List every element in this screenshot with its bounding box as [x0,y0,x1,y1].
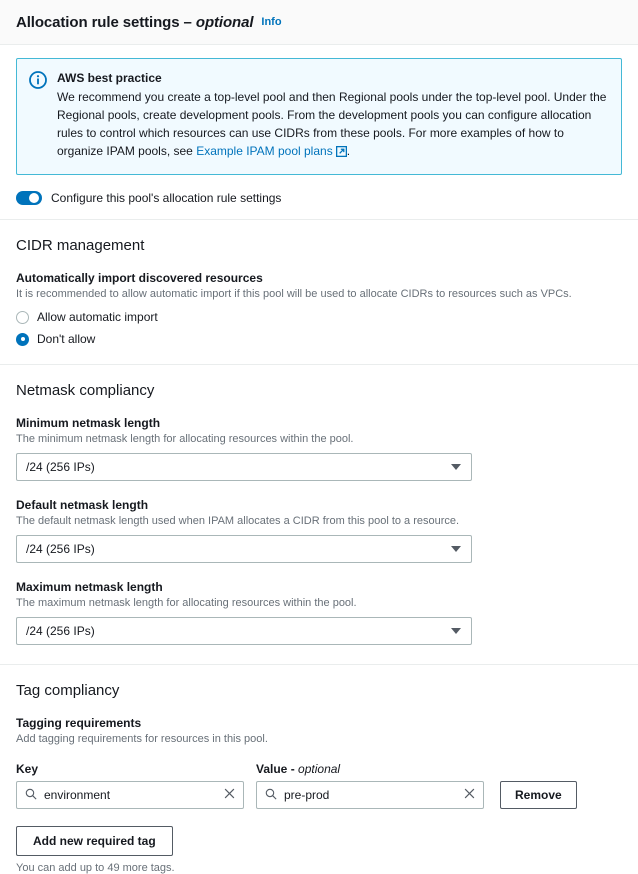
tag-row: environment pre-prod Remove [16,781,622,809]
chevron-down-icon [451,464,461,470]
configure-allocation-rule-toggle-row[interactable]: Configure this pool's allocation rule se… [16,191,622,205]
tag-column-headers: Key Value - optional [16,761,622,777]
divider-after-toggle [0,219,638,220]
alert-text: We recommend you create a top-level pool… [57,88,609,162]
tag-value-value: pre-prod [284,788,330,802]
radio-allow-automatic-import-label[interactable]: Allow automatic import [37,310,158,324]
toggle-knob [29,193,39,203]
default-netmask-select[interactable]: /24 (256 IPs) [16,535,472,563]
maximum-netmask-description: The maximum netmask length for allocatin… [16,597,357,609]
tag-value-header-optional: optional [298,762,341,776]
alert-title: AWS best practice [57,71,162,85]
maximum-netmask-label: Maximum netmask length [16,580,163,594]
search-icon [265,788,277,803]
divider-after-netmask-compliancy [0,664,638,665]
divider-after-cidr-management [0,364,638,365]
minimum-netmask-select[interactable]: /24 (256 IPs) [16,453,472,481]
tag-key-value: environment [44,788,111,802]
minimum-netmask-description: The minimum netmask length for allocatin… [16,433,354,445]
remove-tag-button[interactable]: Remove [500,781,577,809]
page-header: Allocation rule settings – optional Info [0,0,638,45]
auto-import-field: Automatically import discovered resource… [16,270,622,346]
example-ipam-pool-plans-link[interactable]: Example IPAM pool plans [196,144,333,158]
alert-text-end: . [346,144,351,158]
page-content: AWS best practice We recommend you creat… [0,58,638,874]
tag-value-header: Value - optional [256,761,484,777]
best-practice-alert: AWS best practice We recommend you creat… [16,58,622,175]
tag-key-clear-button[interactable] [224,788,235,802]
alert-body: AWS best practice We recommend you creat… [57,70,609,162]
tagging-requirements-label: Tagging requirements [16,716,142,730]
page-title-text: Allocation rule settings [16,13,180,31]
default-netmask-description: The default netmask length used when IPA… [16,515,460,527]
search-icon [25,788,37,803]
external-link-icon[interactable] [335,144,347,162]
maximum-netmask-value: /24 (256 IPs) [26,624,95,638]
tagging-requirements-field: Tagging requirements Add tagging require… [16,715,622,874]
section-title-netmask-compliancy: Netmask compliancy [16,382,155,399]
tag-value-header-text: Value [256,762,288,776]
default-netmask-field: Default netmask length The default netma… [16,497,622,563]
tag-key-input[interactable]: environment [16,781,244,809]
minimum-netmask-value: /24 (256 IPs) [26,460,95,474]
maximum-netmask-select[interactable]: /24 (256 IPs) [16,617,472,645]
radio-dont-allow-label[interactable]: Don't allow [37,332,95,346]
info-circle-icon [29,71,47,89]
minimum-netmask-label: Minimum netmask length [16,416,161,430]
minimum-netmask-field: Minimum netmask length The minimum netma… [16,415,622,481]
add-new-required-tag-button[interactable]: Add new required tag [16,826,173,856]
configure-allocation-rule-label[interactable]: Configure this pool's allocation rule se… [51,191,281,205]
tag-limit-hint: You can add up to 49 more tags. [16,862,175,874]
tagging-requirements-description: Add tagging requirements for resources i… [16,733,268,745]
tag-value-header-dash: - [290,762,295,776]
section-title-tag-compliancy: Tag compliancy [16,682,120,699]
page-title: Allocation rule settings – optional [16,13,254,31]
radio-dont-allow-control[interactable] [16,332,29,346]
radio-allow-automatic-import-control[interactable] [16,310,29,324]
page-title-optional: optional [195,13,254,31]
auto-import-description: It is recommended to allow automatic imp… [16,288,572,300]
tag-value-clear-button[interactable] [464,788,475,802]
auto-import-label: Automatically import discovered resource… [16,271,263,285]
configure-allocation-rule-toggle[interactable] [16,191,42,205]
info-link[interactable]: Info [261,16,281,28]
maximum-netmask-field: Maximum netmask length The maximum netma… [16,579,622,645]
tag-key-header: Key [16,762,39,776]
section-title-cidr-management: CIDR management [16,237,145,254]
radio-dont-allow[interactable]: Don't allow [16,332,622,346]
chevron-down-icon [451,546,461,552]
default-netmask-label: Default netmask length [16,498,149,512]
radio-allow-automatic-import[interactable]: Allow automatic import [16,310,622,324]
tag-value-input[interactable]: pre-prod [256,781,484,809]
default-netmask-value: /24 (256 IPs) [26,542,95,556]
page-title-dash: – [183,13,192,31]
chevron-down-icon [451,628,461,634]
